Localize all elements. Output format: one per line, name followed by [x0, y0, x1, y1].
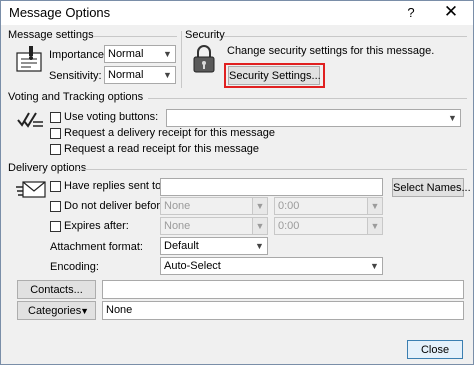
replies-to-input[interactable]: [160, 178, 383, 196]
have-replies-label: Have replies sent to:: [64, 180, 165, 192]
encoding-value: Auto-Select: [164, 260, 221, 272]
security-description: Change security settings for this messag…: [227, 45, 435, 57]
importance-select[interactable]: Normal ▼: [104, 45, 176, 63]
contacts-button[interactable]: Contacts...: [17, 280, 96, 299]
voting-title: Voting and Tracking options: [8, 91, 144, 103]
do-not-deliver-date-select[interactable]: None ▼: [160, 197, 268, 215]
do-not-deliver-date-value: None: [164, 200, 191, 212]
select-names-button[interactable]: Select Names...: [392, 178, 471, 197]
read-receipt-checkbox[interactable]: [50, 144, 61, 155]
chevron-down-icon: ▼: [367, 198, 382, 214]
categories-button-label: Categories: [28, 305, 82, 317]
delivery-envelope-icon: [15, 179, 47, 201]
close-window-icon[interactable]: ✕: [439, 3, 463, 23]
title-bar: Message Options ? ✕: [1, 1, 473, 25]
divider: [181, 31, 182, 88]
chevron-down-icon: ▼: [367, 218, 382, 234]
security-lock-icon: [191, 43, 217, 75]
divider: [78, 169, 467, 170]
chevron-down-icon: ▼: [252, 218, 267, 234]
do-not-deliver-time-value: 0:00: [278, 200, 300, 212]
contacts-input[interactable]: [102, 280, 464, 299]
security-title: Security: [185, 29, 225, 41]
importance-label: Importance:: [49, 49, 108, 61]
categories-button[interactable]: Categories ▼: [17, 301, 96, 320]
do-not-deliver-time-select[interactable]: 0:00 ▼: [274, 197, 383, 215]
sensitivity-label: Sensitivity:: [49, 70, 102, 82]
attachment-format-label: Attachment format:: [50, 241, 143, 253]
encoding-label: Encoding:: [50, 261, 99, 273]
have-replies-checkbox[interactable]: [50, 181, 61, 192]
chevron-down-icon: ▼: [255, 241, 264, 251]
chevron-down-icon: ▼: [370, 261, 379, 271]
attachment-format-select[interactable]: Default ▼: [160, 237, 268, 255]
delivery-receipt-label: Request a delivery receipt for this mess…: [64, 127, 275, 139]
chevron-down-icon: ▼: [163, 70, 172, 80]
chevron-down-icon: ▼: [252, 198, 267, 214]
do-not-deliver-checkbox[interactable]: [50, 201, 61, 212]
expires-date-value: None: [164, 220, 191, 232]
message-settings-title: Message settings: [8, 29, 94, 41]
attachment-format-value: Default: [164, 240, 199, 252]
categories-input[interactable]: None: [102, 301, 464, 320]
do-not-deliver-label: Do not deliver before:: [64, 200, 170, 212]
divider: [93, 36, 177, 37]
importance-value: Normal: [108, 48, 144, 60]
voting-buttons-select[interactable]: ▼: [166, 109, 461, 127]
delivery-receipt-checkbox[interactable]: [50, 128, 61, 139]
divider: [148, 98, 467, 99]
expires-checkbox[interactable]: [50, 221, 61, 232]
use-voting-checkbox[interactable]: [50, 112, 61, 123]
message-settings-icon: [15, 45, 45, 75]
message-options-dialog: Message Options ? ✕ Message settings Imp…: [0, 0, 474, 365]
security-settings-button[interactable]: Security Settings...: [228, 66, 321, 85]
voting-icon: [15, 108, 45, 132]
chevron-down-icon: ▼: [448, 113, 457, 123]
help-button[interactable]: ?: [402, 4, 420, 22]
chevron-down-icon: ▼: [163, 49, 172, 59]
use-voting-label: Use voting buttons:: [64, 111, 159, 123]
divider: [223, 36, 467, 37]
encoding-select[interactable]: Auto-Select ▼: [160, 257, 383, 275]
read-receipt-label: Request a read receipt for this message: [64, 143, 260, 155]
close-button[interactable]: Close: [407, 340, 463, 359]
window-title: Message Options: [9, 5, 111, 20]
expires-time-select[interactable]: 0:00 ▼: [274, 217, 383, 235]
sensitivity-value: Normal: [108, 69, 144, 81]
chevron-down-icon: ▼: [80, 306, 89, 316]
expires-date-select[interactable]: None ▼: [160, 217, 268, 235]
categories-value: None: [106, 304, 133, 316]
expires-time-value: 0:00: [278, 220, 300, 232]
expires-label: Expires after:: [64, 220, 129, 232]
delivery-title: Delivery options: [8, 162, 87, 174]
sensitivity-select[interactable]: Normal ▼: [104, 66, 176, 84]
